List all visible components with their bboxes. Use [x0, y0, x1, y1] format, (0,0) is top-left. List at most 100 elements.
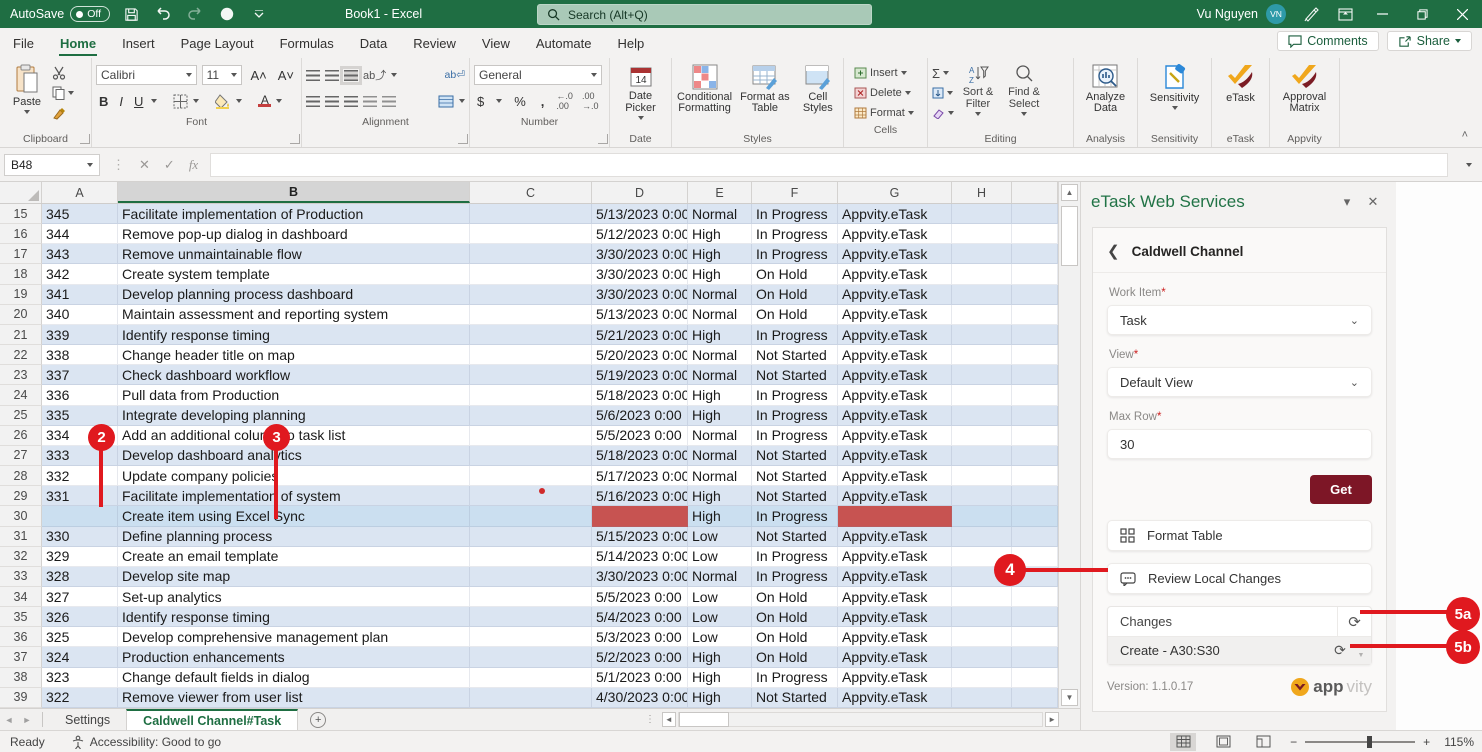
table-row[interactable]: 35326Identify response timing5/4/2023 0:… — [0, 607, 1058, 627]
sheet-tab-settings[interactable]: Settings — [49, 709, 126, 730]
row-header-18[interactable]: 18 — [0, 264, 42, 284]
sheet-nav-left-icon[interactable]: ◄ — [0, 709, 18, 730]
column-header-D[interactable]: D — [592, 182, 688, 203]
table-row[interactable]: 15345Facilitate implementation of Produc… — [0, 204, 1058, 224]
row-header-27[interactable]: 27 — [0, 446, 42, 466]
cell-X28[interactable] — [1012, 466, 1058, 486]
row-header-38[interactable]: 38 — [0, 668, 42, 688]
new-sheet-icon[interactable]: + — [310, 712, 326, 728]
page-layout-view-button[interactable] — [1210, 733, 1236, 751]
cell-G23[interactable]: Appvity.eTask — [838, 365, 952, 385]
cell-E32[interactable]: Low — [688, 547, 752, 567]
cell-B28[interactable]: Update company policies — [118, 466, 470, 486]
cell-A34[interactable]: 327 — [42, 587, 118, 607]
cell-B25[interactable]: Integrate developing planning — [118, 406, 470, 426]
ribbon-tab-insert[interactable]: Insert — [109, 28, 168, 58]
cell-H23[interactable] — [952, 365, 1012, 385]
cell-A18[interactable]: 342 — [42, 264, 118, 284]
cell-A31[interactable]: 330 — [42, 527, 118, 547]
fill-color-button[interactable] — [215, 94, 231, 109]
zoom-in-icon[interactable]: + — [1423, 735, 1430, 749]
cell-A23[interactable]: 337 — [42, 365, 118, 385]
cell-A38[interactable]: 323 — [42, 668, 118, 688]
cell-A24[interactable]: 336 — [42, 385, 118, 405]
row-header-33[interactable]: 33 — [0, 567, 42, 587]
account-control[interactable]: Vu Nguyen VN — [1197, 4, 1286, 24]
column-header-A[interactable]: A — [42, 182, 118, 203]
zoom-thumb[interactable] — [1367, 736, 1372, 748]
pane-close-icon[interactable]: ✕ — [1360, 194, 1386, 210]
decrease-indent-button[interactable] — [363, 96, 377, 107]
cell-D34[interactable]: 5/5/2023 0:00 — [592, 587, 688, 607]
cell-X15[interactable] — [1012, 204, 1058, 224]
cell-G38[interactable]: Appvity.eTask — [838, 668, 952, 688]
column-header-G[interactable]: G — [838, 182, 952, 203]
increase-decimal-button[interactable]: ←.0.00 — [556, 91, 573, 111]
cell-A35[interactable]: 326 — [42, 607, 118, 627]
cell-X37[interactable] — [1012, 647, 1058, 667]
table-row[interactable]: 36325Develop comprehensive management pl… — [0, 627, 1058, 647]
bottom-align-button[interactable] — [344, 70, 358, 81]
cell-G33[interactable]: Appvity.eTask — [838, 567, 952, 587]
ribbon-tab-page-layout[interactable]: Page Layout — [168, 28, 267, 58]
restore-button[interactable] — [1402, 0, 1442, 28]
table-row[interactable]: 33328Develop site map3/30/2023 0:00Norma… — [0, 567, 1058, 587]
cell-B35[interactable]: Identify response timing — [118, 607, 470, 627]
cell-H26[interactable] — [952, 426, 1012, 446]
cell-D37[interactable]: 5/2/2023 0:00 — [592, 647, 688, 667]
cell-G21[interactable]: Appvity.eTask — [838, 325, 952, 345]
row-header-37[interactable]: 37 — [0, 647, 42, 667]
table-row[interactable]: 37324Production enhancements5/2/2023 0:0… — [0, 647, 1058, 667]
close-button[interactable] — [1442, 0, 1482, 28]
borders-chevron-icon[interactable] — [193, 99, 199, 103]
cell-A33[interactable]: 328 — [42, 567, 118, 587]
cell-C39[interactable] — [470, 688, 592, 708]
cell-X36[interactable] — [1012, 627, 1058, 647]
row-header-30[interactable]: 30 — [0, 506, 42, 526]
table-row[interactable]: 24336Pull data from Production5/18/2023 … — [0, 385, 1058, 405]
tab-splitter-icon[interactable]: ⋮ — [645, 714, 656, 725]
cell-C30[interactable] — [470, 506, 592, 526]
cell-C15[interactable] — [470, 204, 592, 224]
coming-soon-pen-icon[interactable] — [1300, 4, 1322, 24]
cell-D26[interactable]: 5/5/2023 0:00 — [592, 426, 688, 446]
cell-H25[interactable] — [952, 406, 1012, 426]
cell-F22[interactable]: Not Started — [752, 345, 838, 365]
cell-H29[interactable] — [952, 486, 1012, 506]
cell-E34[interactable]: Low — [688, 587, 752, 607]
row-header-39[interactable]: 39 — [0, 688, 42, 708]
table-row[interactable]: 25335Integrate developing planning5/6/20… — [0, 406, 1058, 426]
cell-X35[interactable] — [1012, 607, 1058, 627]
cell-H22[interactable] — [952, 345, 1012, 365]
currency-button[interactable]: $ — [474, 94, 487, 109]
cell-C25[interactable] — [470, 406, 592, 426]
cell-E37[interactable]: High — [688, 647, 752, 667]
cell-X24[interactable] — [1012, 385, 1058, 405]
change-item-down-icon[interactable]: ▼ — [1358, 652, 1365, 659]
row-header-25[interactable]: 25 — [0, 406, 42, 426]
cell-G30[interactable] — [838, 506, 952, 526]
cell-C18[interactable] — [470, 264, 592, 284]
cell-X26[interactable] — [1012, 426, 1058, 446]
cell-E23[interactable]: Normal — [688, 365, 752, 385]
cell-E22[interactable]: Normal — [688, 345, 752, 365]
vscroll-thumb[interactable] — [1061, 206, 1078, 266]
table-row[interactable]: 38323Change default fields in dialog5/1/… — [0, 668, 1058, 688]
autosave-toggle[interactable]: AutoSave Off — [10, 6, 110, 22]
cell-A17[interactable]: 343 — [42, 244, 118, 264]
view-select[interactable]: Default View⌄ — [1107, 367, 1372, 397]
cell-X31[interactable] — [1012, 527, 1058, 547]
cell-D19[interactable]: 3/30/2023 0:00 — [592, 285, 688, 305]
table-row[interactable]: 29331Facilitate implementation of system… — [0, 486, 1058, 506]
etask-button[interactable]: eTask — [1216, 61, 1265, 104]
cell-C17[interactable] — [470, 244, 592, 264]
name-box[interactable]: B48 — [4, 154, 100, 176]
cell-G20[interactable]: Appvity.eTask — [838, 305, 952, 325]
cell-E38[interactable]: High — [688, 668, 752, 688]
cell-X19[interactable] — [1012, 285, 1058, 305]
cell-A39[interactable]: 322 — [42, 688, 118, 708]
cell-H18[interactable] — [952, 264, 1012, 284]
cell-C33[interactable] — [470, 567, 592, 587]
cell-B21[interactable]: Identify response timing — [118, 325, 470, 345]
row-header-15[interactable]: 15 — [0, 204, 42, 224]
